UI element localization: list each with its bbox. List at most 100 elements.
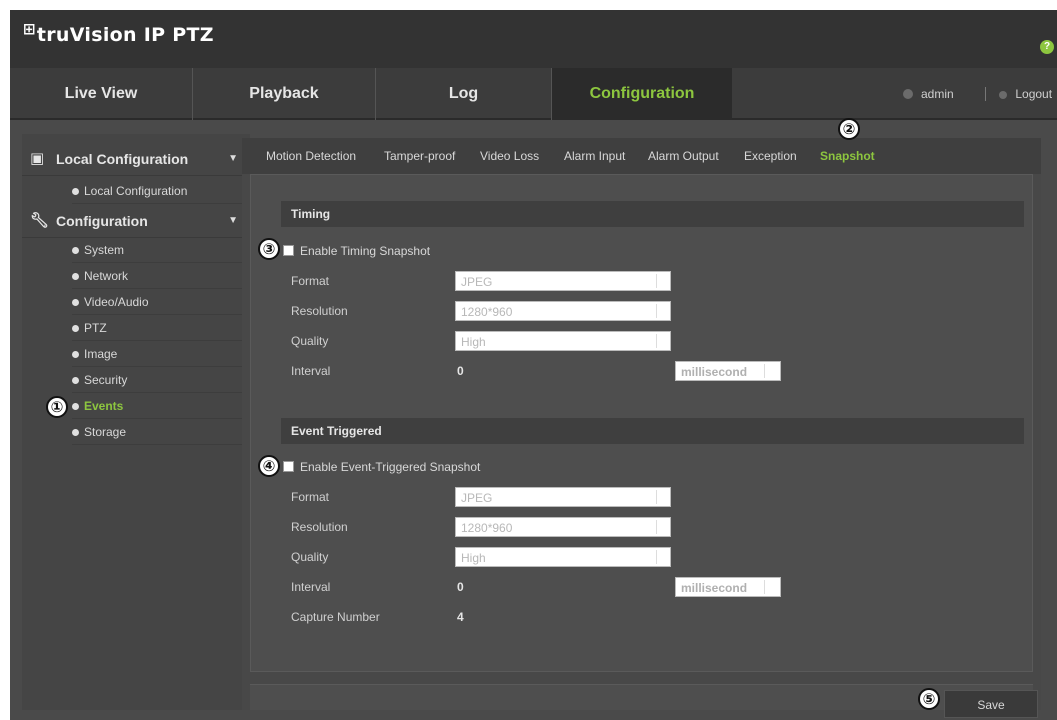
checkbox-box[interactable]: [283, 461, 294, 472]
timing-heading: Timing: [281, 201, 1024, 227]
event-subtabs: Motion Detection Tamper-proof Video Loss…: [242, 138, 1041, 174]
callout-marker-4: ④: [258, 455, 280, 477]
callout-marker-2: ②: [838, 118, 860, 140]
select-value: JPEG: [461, 491, 493, 505]
timing-interval-label: Interval: [291, 364, 331, 378]
enable-event-snapshot-checkbox[interactable]: Enable Event-Triggered Snapshot: [283, 457, 480, 477]
help-icon[interactable]: ?: [1040, 40, 1054, 54]
bullet-icon: [72, 325, 79, 332]
dropdown-arrow-icon: [656, 550, 670, 564]
event-interval-label: Interval: [291, 580, 331, 594]
timing-resolution-select[interactable]: 1280*960: [455, 301, 671, 321]
event-quality-label: Quality: [291, 550, 329, 564]
user-menu[interactable]: admin: [903, 68, 954, 120]
monitor-settings-icon: ▣: [30, 150, 45, 167]
logout-label: Logout: [1015, 87, 1053, 101]
sidebar-item-local-configuration[interactable]: Local Configuration: [72, 178, 242, 204]
checkbox-box[interactable]: [283, 245, 294, 256]
footer-bar: [250, 684, 1033, 710]
app-logo: ⊞truVision IP PTZ: [23, 20, 214, 46]
wrench-icon: 🔧︎: [30, 212, 50, 229]
tab-playback[interactable]: Playback: [193, 68, 376, 120]
timing-format-select[interactable]: JPEG: [455, 271, 671, 291]
sidebar-item-storage[interactable]: Storage: [72, 419, 242, 445]
timing-quality-select[interactable]: High: [455, 331, 671, 351]
sidebar-item-security[interactable]: Security: [72, 367, 242, 393]
checkbox-label: Enable Timing Snapshot: [300, 244, 431, 258]
sidebar-item-network[interactable]: Network: [72, 263, 242, 289]
event-interval-unit-select[interactable]: millisecond: [675, 577, 781, 597]
bullet-icon: [72, 247, 79, 254]
logout-icon: [999, 91, 1008, 99]
subtab-tamper-proof[interactable]: Tamper-proof: [384, 138, 455, 174]
select-value: 1280*960: [461, 305, 513, 319]
sidebar-item-label: Network: [84, 269, 129, 283]
subtab-alarm-input[interactable]: Alarm Input: [564, 138, 625, 174]
timing-format-label: Format: [291, 274, 330, 288]
bullet-icon: [72, 429, 79, 436]
app-title: truVision IP PTZ: [36, 24, 214, 46]
sidebar-item-events[interactable]: Events: [72, 393, 242, 419]
event-quality-select[interactable]: High: [455, 547, 671, 567]
dropdown-arrow-icon: [656, 274, 670, 288]
sidebar-group-configuration[interactable]: 🔧︎ Configuration ▼: [22, 204, 250, 238]
bullet-icon: [72, 351, 79, 358]
subtab-video-loss[interactable]: Video Loss: [480, 138, 539, 174]
tab-log[interactable]: Log: [376, 68, 552, 120]
logout-link[interactable]: Logout: [985, 68, 1052, 120]
select-value: High: [461, 335, 486, 349]
subtab-motion-detection[interactable]: Motion Detection: [266, 138, 356, 174]
callout-marker-3: ③: [258, 238, 280, 260]
checkbox-label: Enable Event-Triggered Snapshot: [300, 460, 481, 474]
timing-interval-input[interactable]: 0: [457, 361, 464, 381]
event-interval-input[interactable]: 0: [457, 577, 464, 597]
bullet-icon: [72, 188, 79, 195]
timing-interval-unit-select[interactable]: millisecond: [675, 361, 781, 381]
chevron-down-icon: ▼: [228, 153, 238, 164]
event-resolution-label: Resolution: [291, 520, 348, 534]
tab-live-view[interactable]: Live View: [10, 68, 193, 120]
event-triggered-heading: Event Triggered: [281, 418, 1024, 444]
subtab-snapshot[interactable]: Snapshot: [820, 138, 875, 174]
timing-resolution-label: Resolution: [291, 304, 348, 318]
sidebar-item-label: PTZ: [84, 321, 107, 335]
subtab-exception[interactable]: Exception: [744, 138, 797, 174]
bullet-icon: [72, 299, 79, 306]
dropdown-arrow-icon: [764, 364, 780, 378]
select-value: 1280*960: [461, 521, 513, 535]
sidebar-group-label: Local Configuration: [56, 151, 189, 167]
capture-number-label: Capture Number: [291, 610, 380, 624]
bullet-icon: [72, 403, 79, 410]
sidebar-item-ptz[interactable]: PTZ: [72, 315, 242, 341]
tab-configuration[interactable]: Configuration: [552, 68, 732, 120]
select-value: millisecond: [681, 581, 748, 595]
bullet-icon: [72, 377, 79, 384]
sidebar-item-image[interactable]: Image: [72, 341, 242, 367]
bullet-icon: [72, 273, 79, 280]
dropdown-arrow-icon: [656, 304, 670, 318]
sidebar-item-label: Local Configuration: [84, 184, 188, 198]
event-resolution-select[interactable]: 1280*960: [455, 517, 671, 537]
sidebar-item-label: Security: [84, 373, 128, 387]
save-button[interactable]: Save: [944, 690, 1038, 718]
logo-mark: ⊞: [23, 20, 36, 38]
subtab-alarm-output[interactable]: Alarm Output: [648, 138, 719, 174]
divider: [985, 87, 986, 101]
callout-marker-1: ①: [46, 396, 68, 418]
sidebar-group-local-configuration[interactable]: ▣ Local Configuration ▼: [22, 142, 250, 176]
enable-timing-snapshot-checkbox[interactable]: Enable Timing Snapshot: [283, 241, 430, 261]
sidebar-item-video-audio[interactable]: Video/Audio: [72, 289, 242, 315]
sidebar-item-label: Events: [84, 399, 124, 413]
sidebar-item-system[interactable]: System: [72, 237, 242, 263]
select-value: High: [461, 551, 486, 565]
callout-marker-5: ⑤: [918, 688, 940, 710]
main-nav: Live View Playback Log Configuration adm…: [10, 68, 1057, 120]
select-value: millisecond: [681, 365, 748, 379]
chevron-down-icon: ▼: [228, 215, 238, 226]
capture-number-value[interactable]: 4: [457, 607, 464, 627]
sidebar-group-label: Configuration: [56, 213, 148, 229]
dropdown-arrow-icon: [656, 490, 670, 504]
sidebar-item-label: Video/Audio: [84, 295, 149, 309]
event-format-select[interactable]: JPEG: [455, 487, 671, 507]
dropdown-arrow-icon: [656, 334, 670, 348]
